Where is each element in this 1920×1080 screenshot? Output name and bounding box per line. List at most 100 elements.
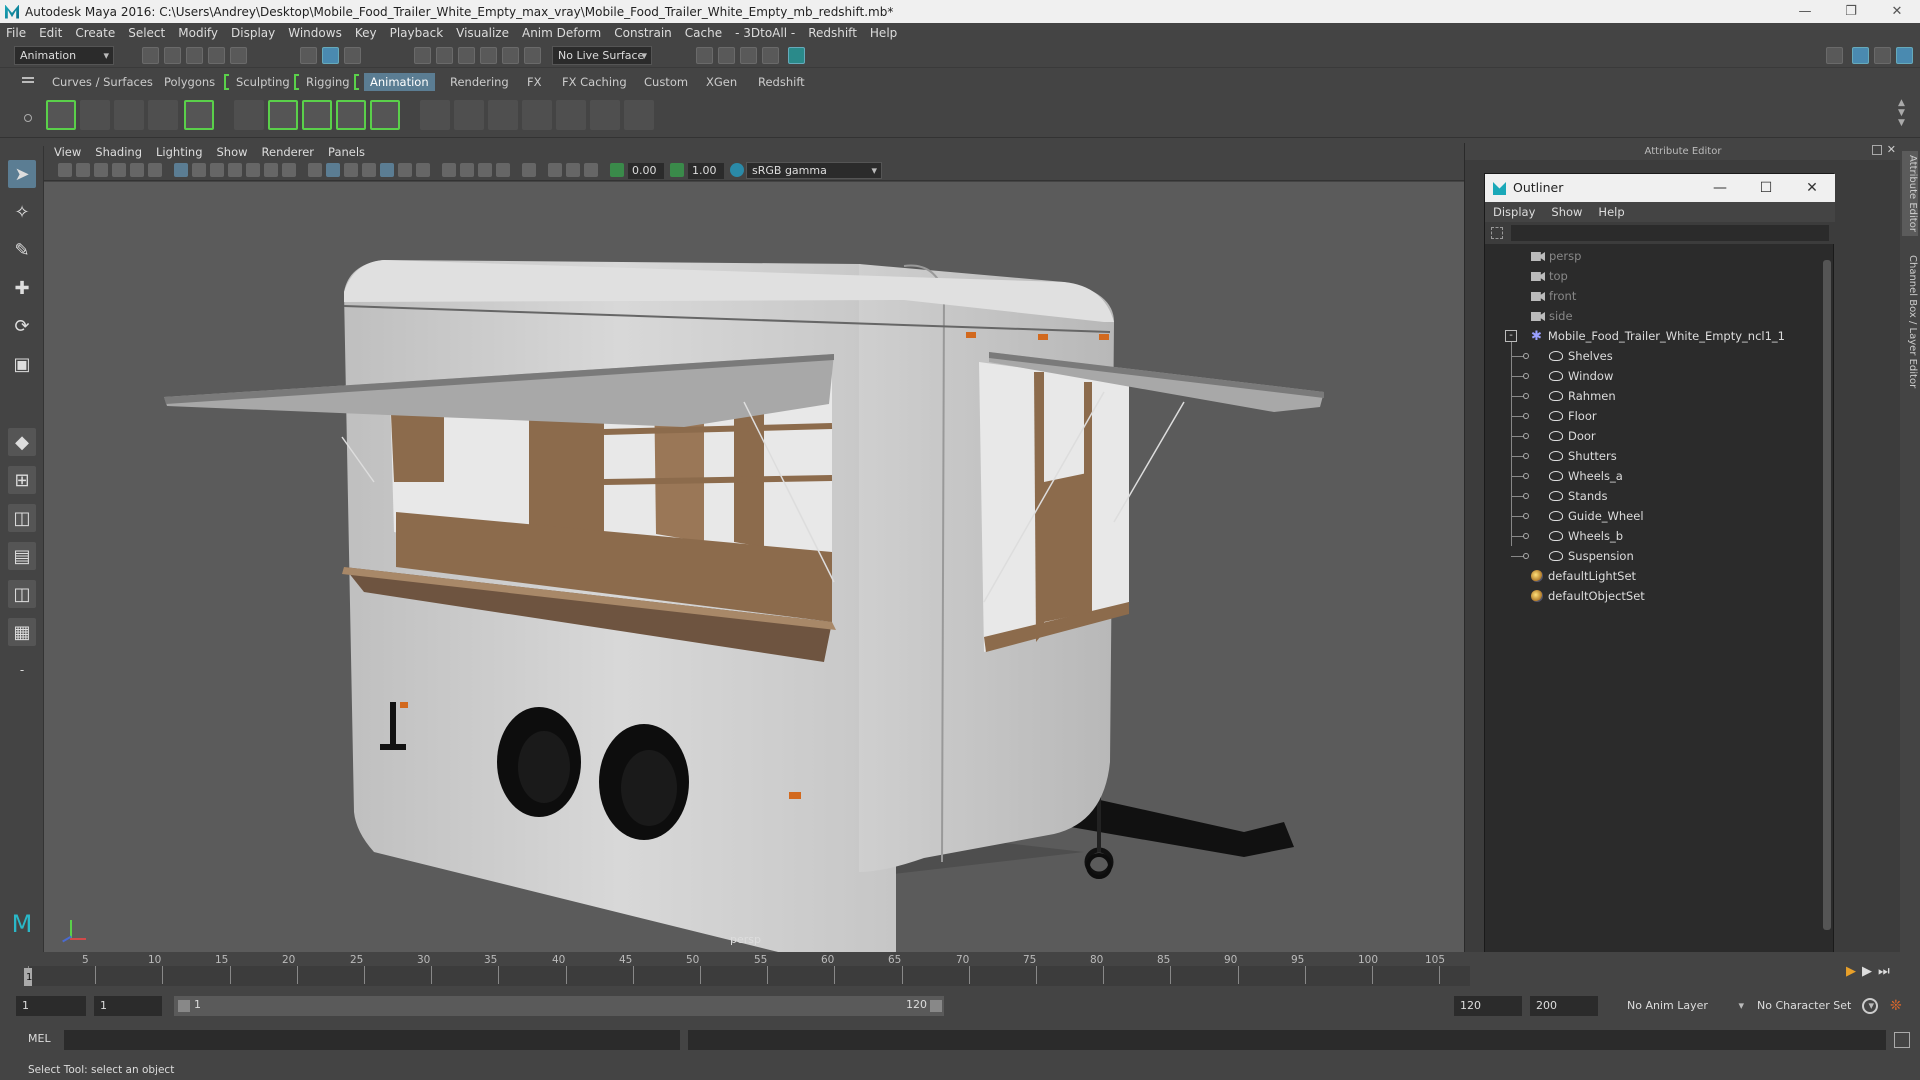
bookmark-icon[interactable] — [94, 163, 108, 177]
panel-menu-lighting[interactable]: Lighting — [156, 145, 202, 159]
ik-spline-icon[interactable] — [302, 100, 332, 130]
save-scene-icon[interactable] — [186, 47, 203, 64]
playback-controls[interactable]: ▶▶⏭ — [1846, 964, 1896, 979]
single-perspective-layout-icon[interactable]: ◆ — [8, 428, 36, 456]
grid-toggle-icon[interactable] — [174, 163, 188, 177]
set-key-icon[interactable] — [46, 100, 76, 130]
wireframe-on-shaded-icon[interactable] — [362, 163, 376, 177]
screen-space-ao-icon[interactable] — [442, 163, 456, 177]
outliner-close-button[interactable]: ✕ — [1789, 174, 1835, 202]
snap-surface-icon[interactable] — [502, 47, 519, 64]
select-hierarchy-icon[interactable] — [300, 47, 317, 64]
tree-item-floor[interactable]: Floor — [1549, 406, 1597, 426]
close-button[interactable]: ✕ — [1874, 0, 1920, 23]
tab-curves-surfaces[interactable]: Curves / Surfaces — [46, 73, 159, 91]
shelf-scroll-icon[interactable]: ▲ ▼ ▼ — [1898, 98, 1905, 128]
menu-cache[interactable]: Cache — [685, 26, 722, 40]
menu-visualize[interactable]: Visualize — [456, 26, 509, 40]
four-view-layout-icon[interactable]: ⊞ — [8, 466, 36, 494]
scale-constraint-icon[interactable] — [522, 100, 552, 130]
gamma-field[interactable]: 1.00 — [688, 163, 724, 179]
panel-menu-show[interactable]: Show — [217, 145, 248, 159]
playback-end-field[interactable]: 120 — [1454, 996, 1522, 1016]
scale-tool-icon[interactable]: ▣ — [8, 350, 36, 378]
workspace-icon[interactable] — [1826, 47, 1843, 64]
tab-rigging[interactable]: Rigging — [300, 73, 356, 91]
playback-start-field[interactable]: 1 — [94, 996, 162, 1016]
isolate-select-icon[interactable] — [522, 163, 536, 177]
motion-trail-icon[interactable] — [184, 100, 214, 130]
menu-playback[interactable]: Playback — [390, 26, 444, 40]
field-chart-icon[interactable] — [246, 163, 260, 177]
range-start-handle[interactable] — [178, 1000, 190, 1012]
tree-item-shutters[interactable]: Shutters — [1549, 446, 1617, 466]
range-end-handle[interactable] — [930, 1000, 942, 1012]
menu-modify[interactable]: Modify — [178, 26, 218, 40]
tree-item-wheels-b[interactable]: Wheels_b — [1549, 526, 1623, 546]
dope-sheet-icon[interactable] — [114, 100, 144, 130]
lasso-tool-icon[interactable]: ✧ — [8, 198, 36, 226]
safe-action-icon[interactable] — [264, 163, 278, 177]
layout-more-icon[interactable]: - — [8, 656, 36, 684]
xray-joints-icon[interactable] — [584, 163, 598, 177]
parent-constraint-icon[interactable] — [420, 100, 450, 130]
time-slider[interactable]: 5 10 15 20 25 30 35 40 45 50 55 60 65 70… — [0, 952, 1920, 986]
camera-lock-icon[interactable] — [76, 163, 90, 177]
shadows-icon[interactable] — [416, 163, 430, 177]
minimize-button[interactable]: — — [1782, 0, 1828, 23]
image-plane-icon[interactable] — [112, 163, 126, 177]
outliner-vertical-scrollbar[interactable] — [1821, 246, 1833, 946]
tree-item-shelves[interactable]: Shelves — [1549, 346, 1613, 366]
tree-item-default-light-set[interactable]: defaultLightSet — [1531, 566, 1636, 586]
depth-of-field-icon[interactable] — [496, 163, 510, 177]
default-material-icon[interactable] — [344, 163, 358, 177]
menu-edit[interactable]: Edit — [39, 26, 62, 40]
go-to-end-icon[interactable]: ⏭ — [1878, 964, 1896, 979]
ik-handle-icon[interactable] — [268, 100, 298, 130]
skin-bind-icon[interactable] — [336, 100, 366, 130]
script-editor-icon[interactable] — [1894, 1032, 1910, 1048]
rotate-tool-icon[interactable]: ⟳ — [8, 312, 36, 340]
use-all-lights-icon[interactable] — [398, 163, 412, 177]
menu-help[interactable]: Help — [870, 26, 897, 40]
tree-item-front[interactable]: front — [1531, 286, 1576, 306]
tree-item-window[interactable]: Window — [1549, 366, 1613, 386]
shelf-options-icon[interactable] — [24, 114, 32, 122]
menu-anim-deform[interactable]: Anim Deform — [522, 26, 601, 40]
persp-outliner-layout-icon[interactable]: ◫ — [8, 504, 36, 532]
create-joint-icon[interactable] — [234, 100, 264, 130]
snap-magnet-icon[interactable] — [524, 47, 541, 64]
range-bar[interactable]: 1 120 — [174, 996, 944, 1016]
redo-icon[interactable] — [230, 47, 247, 64]
grease-pencil-icon[interactable] — [148, 163, 162, 177]
menu-file[interactable]: File — [6, 26, 26, 40]
resolution-gate-icon[interactable] — [210, 163, 224, 177]
cluster-icon[interactable] — [370, 100, 400, 130]
menu-windows[interactable]: Windows — [288, 26, 342, 40]
tree-item-top[interactable]: top — [1531, 266, 1568, 286]
menu-select[interactable]: Select — [128, 26, 165, 40]
menu-constrain[interactable]: Constrain — [614, 26, 672, 40]
tab-fx[interactable]: FX — [521, 73, 548, 91]
tree-item-default-object-set[interactable]: defaultObjectSet — [1531, 586, 1645, 606]
tab-xgen[interactable]: XGen — [700, 73, 743, 91]
end-time-field[interactable]: 200 — [1530, 996, 1598, 1016]
trax-editor-icon[interactable] — [148, 100, 178, 130]
ipr-render-icon[interactable] — [740, 47, 757, 64]
outliner-search-input[interactable] — [1511, 225, 1829, 241]
panel-menu-panels[interactable]: Panels — [328, 145, 365, 159]
menu-set-dropdown[interactable]: Animation — [14, 46, 114, 65]
tree-item-wheels-a[interactable]: Wheels_a — [1549, 466, 1623, 486]
wireframe-icon[interactable] — [308, 163, 322, 177]
orient-constraint-icon[interactable] — [488, 100, 518, 130]
character-set-dropdown[interactable]: No Character Set — [1752, 996, 1878, 1016]
script-language-label[interactable]: MEL — [28, 1032, 51, 1045]
start-time-field[interactable]: 1 — [16, 996, 86, 1016]
tab-channel-box[interactable]: Channel Box / Layer Editor — [1902, 255, 1918, 388]
xray-active-icon[interactable] — [566, 163, 580, 177]
tree-item-group[interactable]: ✱ Mobile_Food_Trailer_White_Empty_ncl1_1 — [1531, 326, 1785, 346]
move-tool-icon[interactable]: ✚ — [8, 274, 36, 302]
xray-icon[interactable] — [548, 163, 562, 177]
camera-select-icon[interactable] — [58, 163, 72, 177]
command-input[interactable] — [64, 1030, 680, 1050]
